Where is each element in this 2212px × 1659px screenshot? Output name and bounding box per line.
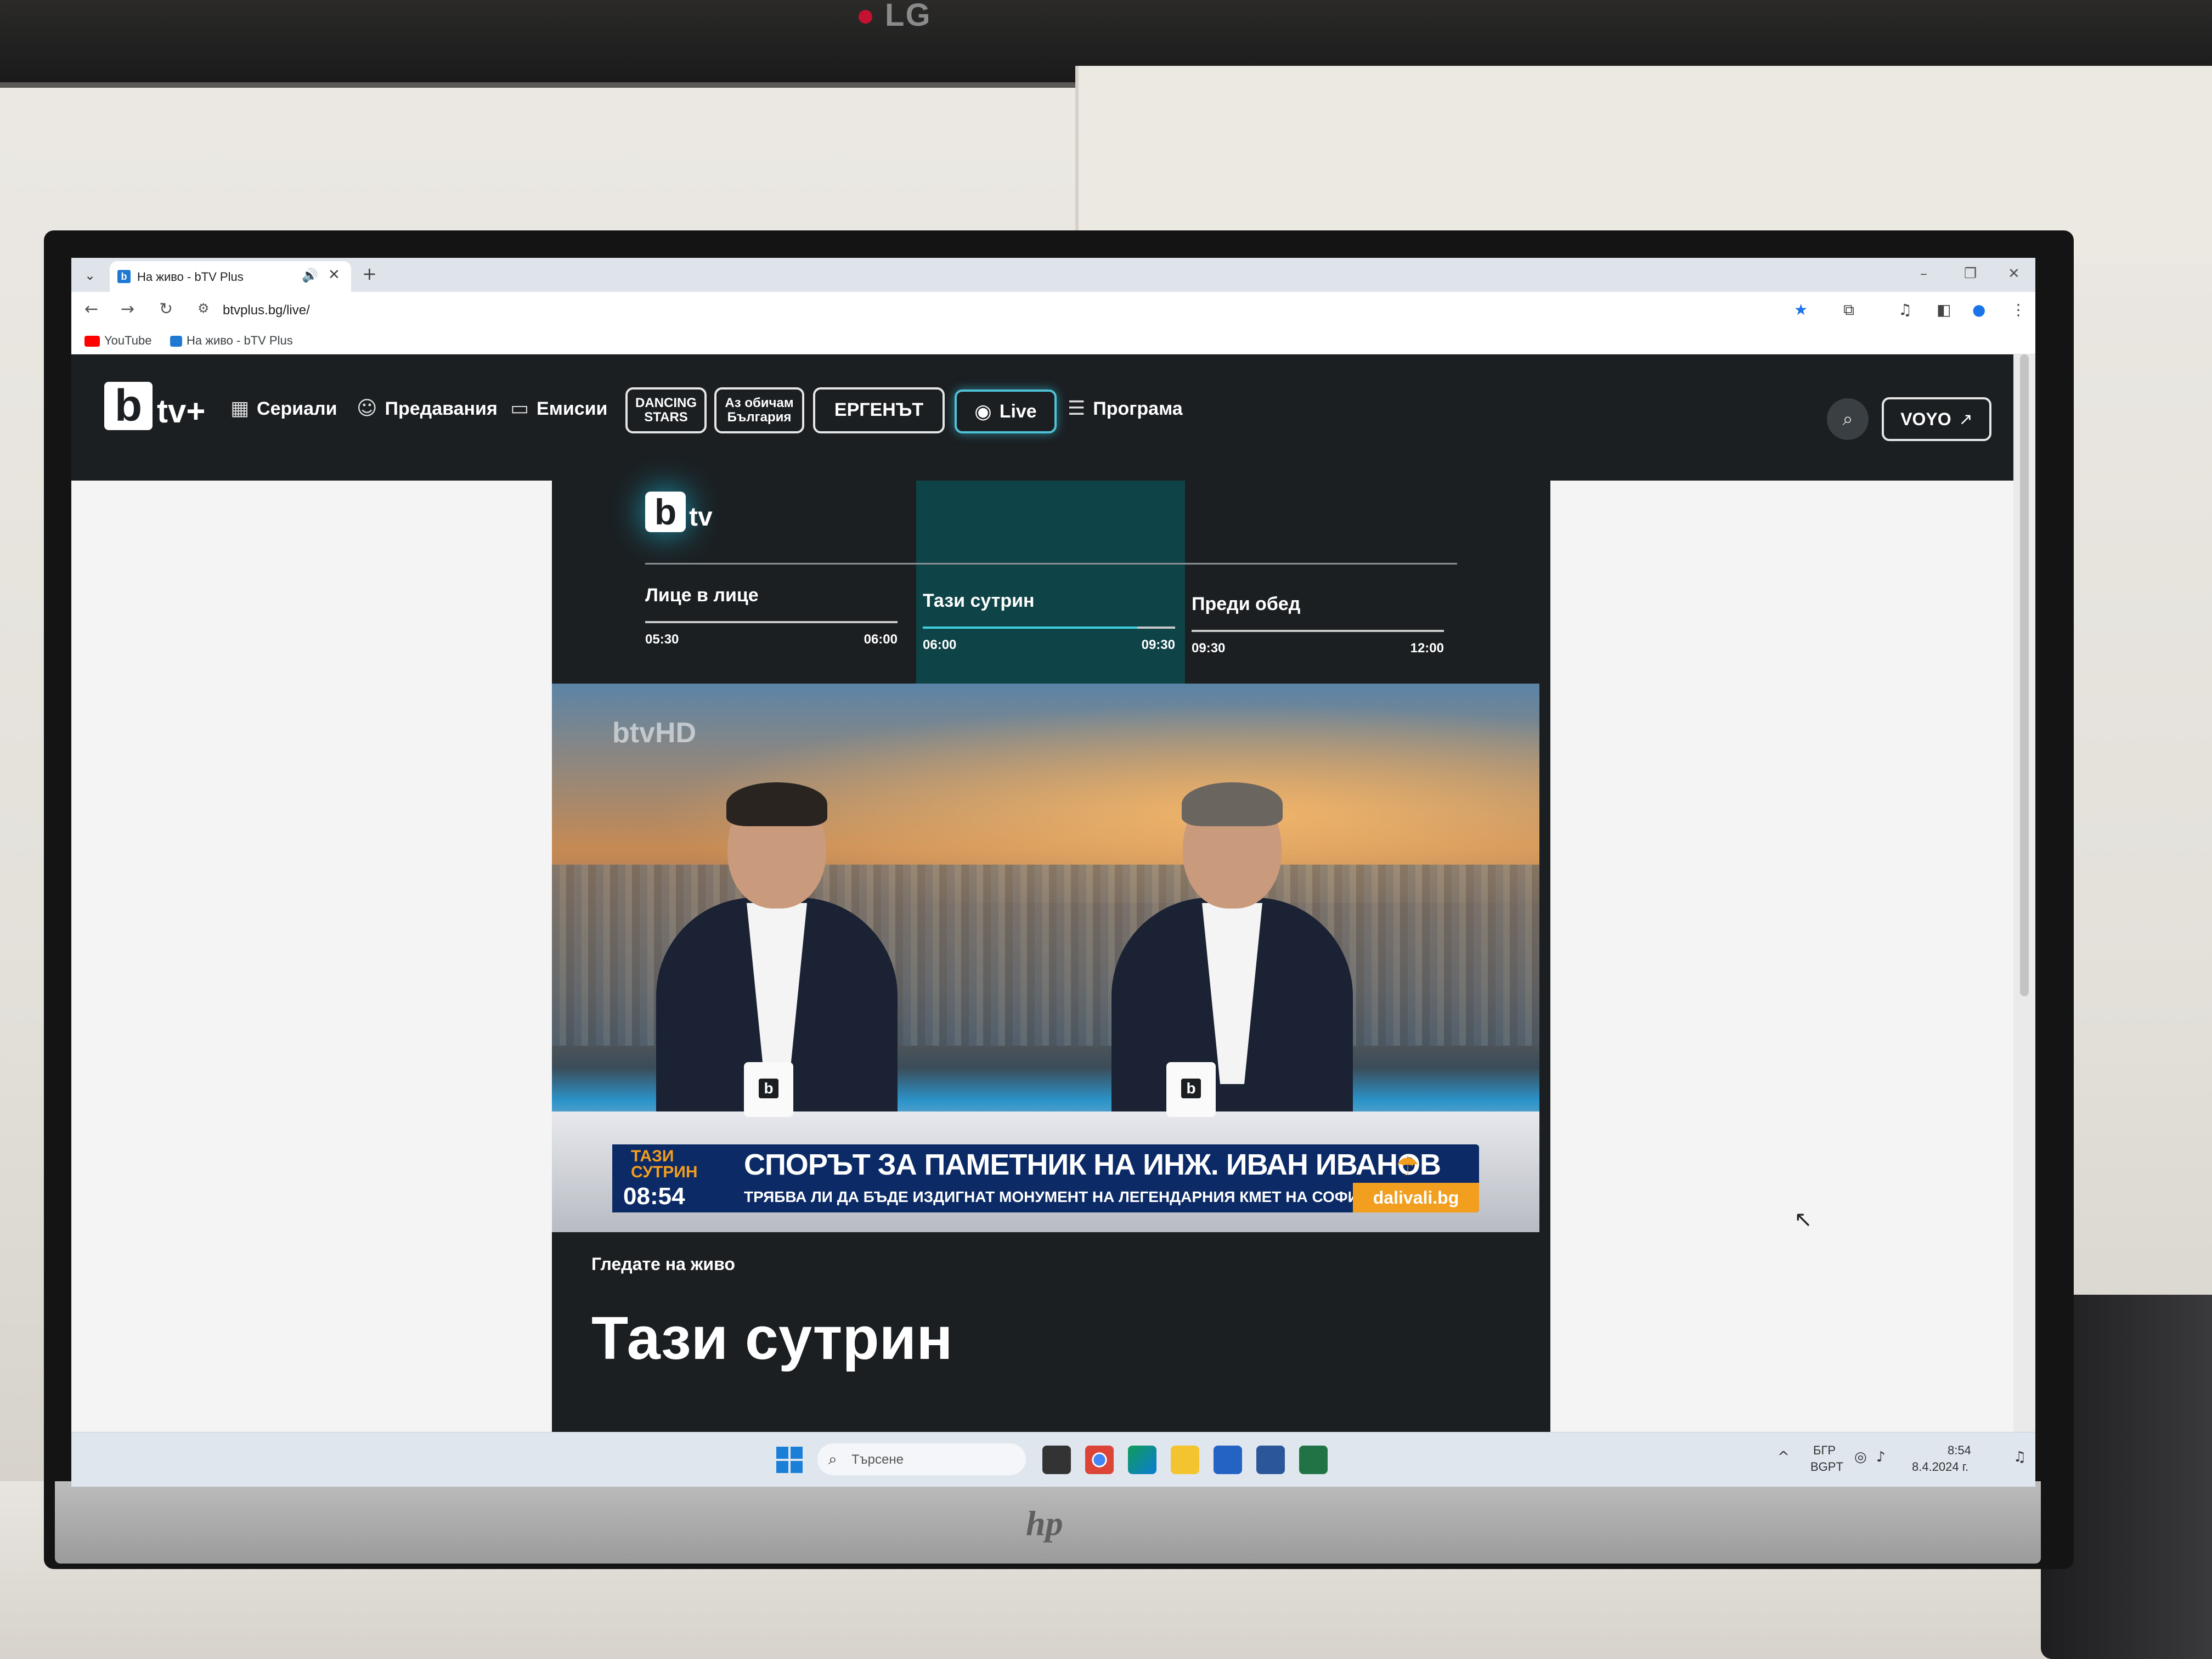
btv-icon xyxy=(170,336,182,347)
monitor-icon: ▭ xyxy=(510,397,529,420)
lower-third-show: ТАЗИ СУТРИН 08:54 xyxy=(612,1144,727,1212)
new-tab-button[interactable]: + xyxy=(362,263,377,284)
nav-live[interactable]: ◉ Live xyxy=(955,390,1057,433)
watching-live-label: Гледате на живо xyxy=(591,1254,735,1274)
bookmark-youtube[interactable]: YouTube xyxy=(84,334,151,348)
windows-start-icon[interactable] xyxy=(776,1447,803,1473)
keyboard-layout[interactable]: BGPT xyxy=(1810,1460,1843,1474)
film-icon: ▦ xyxy=(230,397,250,420)
back-arrow-icon[interactable]: ← xyxy=(84,300,98,319)
restore-button[interactable]: ❐ xyxy=(1964,266,1977,282)
nav-az-obicham-bulgaria[interactable]: Аз обичам България xyxy=(714,387,804,433)
epg-timeline xyxy=(1192,630,1444,632)
youtube-icon xyxy=(84,336,100,347)
site-settings-icon[interactable]: ⚙ xyxy=(198,301,210,316)
nav-series[interactable]: ▦ Сериали xyxy=(230,397,337,420)
minimize-button[interactable]: – xyxy=(1920,266,1927,282)
nav-program[interactable]: ☰ Програма xyxy=(1068,397,1183,420)
excel-icon[interactable] xyxy=(1299,1446,1328,1474)
monitor-screen: ⌄ b На живо - bTV Plus 🔊 ✕ + – ❐ ✕ ← → ↻… xyxy=(71,258,2035,1487)
task-view-icon[interactable] xyxy=(1042,1446,1071,1474)
web-page: b tv+ ▦ Сериали ☺ Предавания ▭ Емисии DANCIN… xyxy=(71,354,2013,1452)
word-icon[interactable] xyxy=(1256,1446,1285,1474)
media-control-icon[interactable]: ♫ xyxy=(1898,301,1912,319)
file-explorer-icon[interactable] xyxy=(1171,1446,1199,1474)
btv-favicon-icon: b xyxy=(117,270,131,283)
nav-ergenat[interactable]: ЕРГЕНЪТ xyxy=(813,387,945,433)
studio-mug: b xyxy=(744,1062,793,1117)
btv-channel-logo: b tv xyxy=(645,492,733,546)
reload-icon[interactable]: ↻ xyxy=(159,300,173,319)
mask-icon: ☺ xyxy=(357,397,377,420)
bookmark-btv[interactable]: На живо - bTV Plus xyxy=(170,334,293,348)
network-icon[interactable]: ◎ xyxy=(1854,1449,1867,1465)
btv-plus-logo[interactable]: b tv+ xyxy=(104,382,205,430)
nav-news[interactable]: ▭ Емисии xyxy=(510,397,607,420)
extensions-icon[interactable]: ⧉ xyxy=(1843,301,1854,319)
browser-toolbar: ← → ↻ ⚙ btvplus.bg/live/ ★ ⧉ ♫ ◧ ● ⋮ xyxy=(71,292,2035,328)
mouse-cursor-icon: ↖ xyxy=(1794,1207,1813,1232)
side-panel-icon[interactable]: ◧ xyxy=(1937,301,1951,319)
bookmark-star-icon[interactable]: ★ xyxy=(1794,301,1808,319)
epg-program[interactable]: Преди обед 09:30 12:00 xyxy=(1192,594,1444,676)
live-player-column: b tv Лице в лице 05:30 06:00 Тази сутрин … xyxy=(552,481,1550,1452)
notification-bell-icon[interactable]: ♫ xyxy=(2013,1449,2026,1465)
nav-shows[interactable]: ☺ Предавания xyxy=(357,397,498,420)
taskbar-search[interactable]: ⌕ Търсене xyxy=(817,1443,1026,1475)
profile-icon[interactable]: ● xyxy=(1972,301,1985,319)
site-header: b tv+ ▦ Сериали ☺ Предавания ▭ Емисии DANCIN… xyxy=(71,354,2013,481)
chevron-down-icon[interactable]: ⌄ xyxy=(79,264,101,286)
show-title: Тази сутрин xyxy=(591,1305,953,1372)
epg-timeline xyxy=(645,621,898,623)
voyo-button[interactable]: VOYO ↗ xyxy=(1882,397,1991,441)
browser-tabbar: ⌄ b На живо - bTV Plus 🔊 ✕ + – ❐ ✕ xyxy=(71,258,2035,292)
url-text: btvplus.bg/live/ xyxy=(223,303,310,318)
search-icon[interactable]: ⌕ xyxy=(1827,398,1869,440)
windows-taskbar: ⌕ Търсене ^ БГР BGPT ◎ ♪ 8:54 8.4.2024 г… xyxy=(71,1432,2035,1487)
channel-watermark: btvHD xyxy=(612,717,697,749)
nav-dancing-stars[interactable]: DANCING STARS xyxy=(625,387,707,433)
speaker-icon[interactable]: 🔊 xyxy=(302,268,318,283)
epg-program[interactable]: Лице в лице 05:30 06:00 xyxy=(645,585,898,667)
epg-program-current[interactable]: Тази сутрин 06:00 09:30 xyxy=(923,590,1175,673)
chevron-up-icon[interactable]: ^ xyxy=(1778,1449,1790,1465)
external-link-icon: ↗ xyxy=(1959,409,1973,429)
chrome-icon[interactable] xyxy=(1085,1446,1114,1474)
store-icon[interactable] xyxy=(1214,1446,1242,1474)
lg-logo: ● LG xyxy=(856,0,932,33)
volume-icon[interactable]: ♪ xyxy=(1876,1449,1886,1465)
bookmarks-bar: YouTube На живо - bTV Plus xyxy=(71,328,2035,354)
sponsor-badge: dalivali.bg xyxy=(1353,1183,1479,1212)
search-icon: ⌕ xyxy=(828,1450,837,1468)
host-right xyxy=(1090,782,1375,1128)
clock-date[interactable]: 8.4.2024 г. xyxy=(1912,1460,1968,1474)
lower-third-subheadline: ТРЯБВА ЛИ ДА БЪДЕ ИЗДИГНАТ МОНУМЕНТ НА Л… xyxy=(744,1188,1380,1205)
edge-icon[interactable] xyxy=(1128,1446,1156,1474)
tab-title: На живо - bTV Plus xyxy=(137,270,244,284)
lower-third-headline: СПОРЪТ ЗА ПАМЕТНИК НА ИНЖ. ИВАН ИВАНОВ xyxy=(744,1148,1441,1181)
clock-time[interactable]: 8:54 xyxy=(1948,1443,1971,1458)
list-icon: ☰ xyxy=(1068,397,1086,420)
window-close-button[interactable]: ✕ xyxy=(2008,266,2020,282)
video-player[interactable]: b b btvHD ТАЗИ СУТРИН 08:54 СПОРЪТ ЗА ПА… xyxy=(552,684,1539,1232)
scroll-thumb[interactable] xyxy=(2020,354,2029,996)
page-scrollbar[interactable] xyxy=(2013,354,2035,1452)
epg-progress-bar xyxy=(923,627,1137,629)
address-bar[interactable]: ⚙ btvplus.bg/live/ xyxy=(192,296,1854,324)
news-lower-third: ТАЗИ СУТРИН 08:54 СПОРЪТ ЗА ПАМЕТНИК НА … xyxy=(612,1144,1479,1212)
umbrella-icon: ☂ xyxy=(1396,1151,1420,1182)
browser-tab-active[interactable]: b На живо - bTV Plus 🔊 ✕ xyxy=(110,261,351,292)
hp-logo: hp xyxy=(1026,1504,1063,1543)
studio-mug: b xyxy=(1166,1062,1216,1117)
language-indicator[interactable]: БГР xyxy=(1813,1443,1836,1458)
close-icon[interactable]: ✕ xyxy=(328,267,340,283)
menu-kebab-icon[interactable]: ⋮ xyxy=(2011,301,2026,319)
epg-divider xyxy=(645,563,1457,565)
forward-arrow-icon[interactable]: → xyxy=(121,300,134,319)
broadcast-icon: ◉ xyxy=(974,400,992,423)
